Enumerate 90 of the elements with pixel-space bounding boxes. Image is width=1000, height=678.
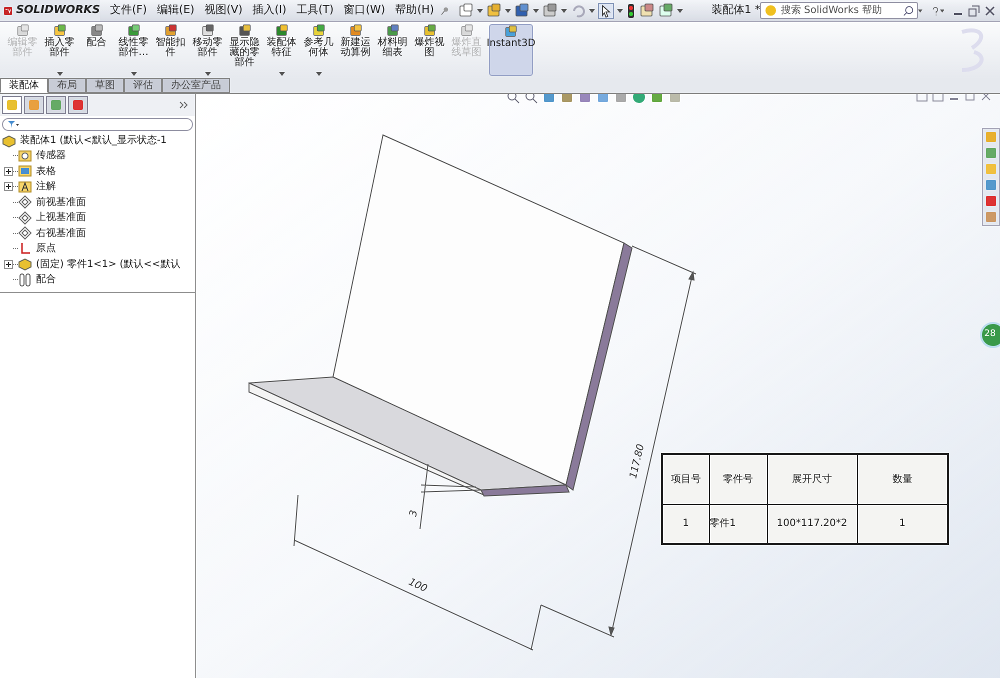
tab[interactable]: 装配体	[0, 78, 48, 93]
tree-item[interactable]: 表格	[36, 164, 56, 179]
plane-icon	[18, 226, 32, 240]
sensor-icon	[18, 148, 32, 163]
menu-item[interactable]: 窗口(W)	[342, 2, 388, 19]
tab[interactable]: 布局	[48, 78, 86, 93]
search-icon[interactable]	[902, 4, 914, 16]
panel-tab-icon	[50, 99, 62, 111]
caret-icon	[204, 72, 210, 76]
cursor-icon[interactable]	[598, 2, 614, 18]
restore-icon[interactable]	[968, 4, 980, 16]
ribbon-button[interactable]: 装配体特征	[263, 24, 300, 76]
menu-item[interactable]: 文件(F)	[108, 2, 149, 19]
ribbon-button[interactable]: 材料明细表	[374, 24, 411, 76]
traffic-light-icon[interactable]	[626, 2, 636, 18]
close-icon[interactable]	[984, 4, 996, 16]
table-header: 零件号	[709, 454, 767, 504]
part-icon	[18, 257, 32, 272]
tree-item[interactable]: 原点	[36, 241, 56, 256]
panel-tab-icon	[6, 99, 18, 111]
ribbon-button[interactable]: 参考几何体	[300, 24, 337, 76]
caret-icon	[316, 72, 322, 76]
part-icon	[2, 134, 16, 148]
zoom-fit-icon[interactable]	[506, 94, 520, 104]
tree-item[interactable]: 上视基准面	[36, 210, 86, 226]
notification-badge[interactable]: 28	[980, 322, 1000, 348]
caret-icon	[278, 72, 284, 76]
plane-icon	[18, 210, 32, 225]
menu-item[interactable]: 工具(T)	[294, 2, 336, 19]
tab[interactable]: 草图	[86, 78, 124, 93]
ribbon-button[interactable]: 线性零部件…	[115, 24, 152, 76]
dimension-label: 100	[406, 576, 429, 595]
menu-item[interactable]: 视图(V)	[202, 2, 245, 19]
menu-item[interactable]: 编辑(E)	[154, 2, 196, 19]
ribbon-button[interactable]: 智能扣件	[152, 24, 189, 76]
caret-icon	[617, 8, 624, 12]
caret-icon	[533, 8, 540, 12]
table-icon	[18, 164, 32, 178]
task-pane-icon[interactable]	[984, 194, 998, 208]
ribbon-button[interactable]: 爆炸视图	[411, 24, 448, 76]
paperclip-icon	[18, 272, 32, 287]
help-bubble-icon	[765, 4, 777, 17]
table-header: 展开尺寸	[767, 454, 857, 504]
caret-icon	[589, 8, 596, 12]
document-title: 装配体1 *	[711, 2, 760, 18]
filter-field[interactable]	[2, 118, 193, 131]
ribbon-button[interactable]: 移动零部件	[189, 24, 226, 76]
tree-item[interactable]: (固定) 零件1<1> (默认<<默认	[36, 256, 180, 272]
caret-icon	[477, 8, 484, 12]
dimension-label: 3	[408, 509, 420, 518]
panel-tab-icon	[72, 99, 84, 111]
dimension-label: 117.80	[628, 443, 647, 480]
tree-item[interactable]: 传感器	[36, 148, 66, 164]
caret-icon	[56, 72, 62, 76]
panel-tab-icon	[28, 99, 40, 111]
tree-root-label[interactable]: 装配体1 (默认<默认_显示状态-1	[20, 133, 167, 148]
table-cell: 零件1	[709, 504, 767, 544]
expand-icon[interactable]	[4, 182, 13, 192]
ribbon-button[interactable]: 新建运动算例	[337, 24, 374, 76]
expand-icon[interactable]	[4, 166, 13, 176]
search-field[interactable]: 搜索 SolidWorks 帮助	[760, 2, 918, 19]
tab[interactable]: 评估	[124, 78, 162, 93]
ribbon-button[interactable]: 配合	[78, 24, 115, 76]
menu-item[interactable]: 帮助(H)	[393, 2, 436, 19]
tab[interactable]: 办公室产品	[162, 78, 230, 93]
table-header: 项目号	[662, 454, 709, 504]
tree-item[interactable]: 右视基准面	[36, 226, 86, 241]
caret-icon	[677, 8, 684, 12]
panel-tab[interactable]	[68, 96, 88, 114]
ribbon-button[interactable]: 插入零部件	[41, 24, 78, 76]
caret-icon	[940, 8, 944, 12]
annotation-icon	[18, 180, 32, 194]
panel-tab[interactable]	[2, 96, 22, 114]
app-logo[interactable]: SOLIDWORKS	[0, 0, 100, 21]
menu-item[interactable]: 插入(I)	[250, 2, 288, 19]
expand-icon[interactable]	[4, 260, 13, 269]
caret-icon	[130, 72, 136, 76]
filter-icon	[7, 120, 19, 129]
caret-icon	[918, 8, 923, 12]
zoom-area-icon[interactable]	[524, 94, 538, 104]
tree-item[interactable]: 前视基准面	[36, 194, 86, 210]
expand-chevron-icon[interactable]	[179, 101, 189, 109]
ribbon-button[interactable]: Instant3D	[489, 24, 533, 76]
plane-icon	[18, 195, 32, 210]
caret-icon	[505, 8, 512, 12]
tree-item[interactable]: 配合	[36, 272, 56, 288]
caret-icon	[561, 8, 568, 12]
appearance-icon[interactable]	[632, 94, 646, 104]
tree-item[interactable]: 注解	[36, 179, 56, 194]
ribbon-button[interactable]: 显示隐藏的零部件	[226, 24, 263, 76]
